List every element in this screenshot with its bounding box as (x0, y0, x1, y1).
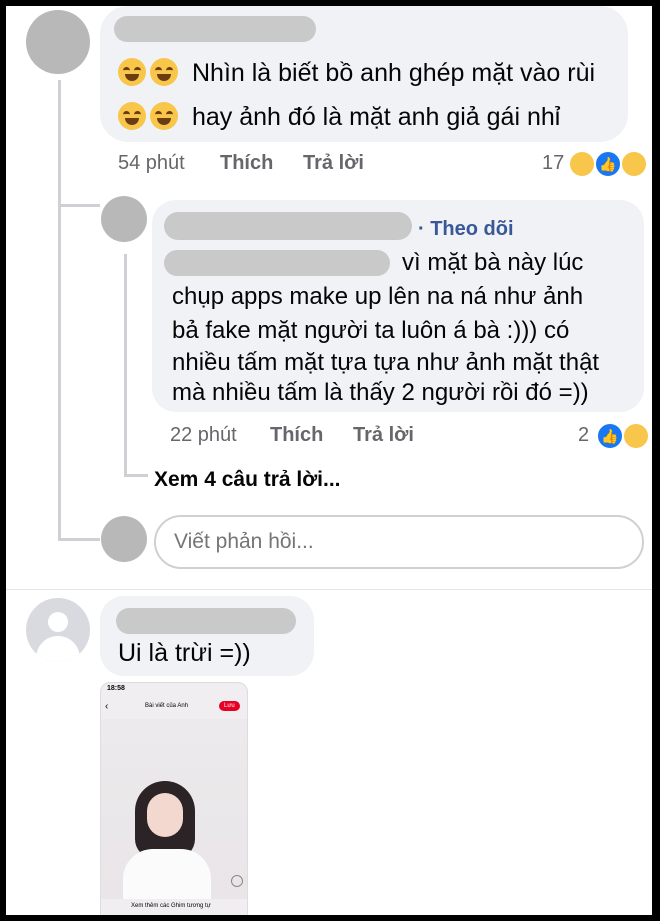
comment-time[interactable]: 54 phút (118, 152, 185, 175)
view-replies-link[interactable]: Xem 4 câu trả lời... (154, 468, 341, 492)
rofl-emoji-icon (150, 58, 178, 86)
comment-text-line: Nhìn là biết bồ anh ghép mặt vào rùi (192, 59, 596, 87)
avatar[interactable] (26, 10, 90, 74)
comment-text-line: Ui là trừi =)) (118, 639, 251, 667)
comment-bubble: Ui là trừi =)) (100, 596, 314, 676)
sad-reaction-icon[interactable] (620, 150, 648, 178)
comment-text-line: chụp apps make up lên na ná như ảnh (172, 283, 584, 310)
comment-text-line: nhiều tấm mặt tựa tựa như ảnh mặt thật (172, 349, 600, 376)
avatar[interactable] (101, 516, 147, 562)
comment-bubble: Nhìn là biết bồ anh ghép mặt vào rùi hay… (100, 6, 628, 142)
author-name[interactable] (116, 608, 296, 634)
comment-time[interactable]: 22 phút (170, 424, 237, 447)
rofl-emoji-icon (118, 102, 146, 130)
pin-icon (231, 875, 243, 887)
photo (101, 719, 247, 899)
attached-image[interactable]: 18:58 ‹ Bài viết của Anh Lưu Xem thêm cá… (100, 682, 248, 915)
follow-button[interactable]: · Theo dõi (418, 218, 514, 241)
back-arrow-icon: ‹ (105, 701, 109, 712)
thread-branch (58, 538, 100, 541)
comment-text-line: hay ảnh đó là mặt anh giả gái nhỉ (192, 103, 561, 131)
thread-line-inner (124, 254, 127, 476)
rofl-emoji-icon (150, 102, 178, 130)
footer-text: Xem thêm các Ghim tương tự (131, 903, 211, 909)
comment-thread: Nhìn là biết bồ anh ghép mặt vào rùi hay… (6, 6, 652, 915)
comment-text-line: vì mặt bà này lúc (402, 249, 584, 276)
like-reaction-icon[interactable]: 👍 (594, 150, 622, 178)
haha-reaction-icon[interactable] (622, 422, 650, 450)
avatar[interactable] (101, 196, 147, 242)
like-button[interactable]: Thích (220, 152, 273, 175)
reply-button[interactable]: Trả lời (353, 424, 414, 447)
thread-line (58, 80, 61, 540)
like-button[interactable]: Thích (270, 424, 323, 447)
comment-bubble: · Theo dõi vì mặt bà này lúc chụp apps m… (152, 200, 644, 412)
reply-button[interactable]: Trả lời (303, 152, 364, 175)
header-title: Bài viết của Anh (145, 703, 189, 709)
default-avatar-icon[interactable] (26, 598, 90, 662)
author-name[interactable] (164, 212, 412, 240)
thread-branch (124, 474, 148, 477)
thread-branch (58, 204, 100, 207)
comment-text-line: mà nhiều tấm là thấy 2 người rồi đó =)) (172, 379, 589, 406)
author-name[interactable] (114, 16, 316, 42)
haha-reaction-icon[interactable] (568, 150, 596, 178)
rofl-emoji-icon (118, 58, 146, 86)
save-button: Lưu (219, 701, 240, 711)
reply-input[interactable] (154, 515, 644, 569)
like-reaction-icon[interactable]: 👍 (596, 422, 624, 450)
divider (6, 589, 652, 590)
comment-text-line: bả fake mặt người ta luôn á bà :))) có (172, 317, 570, 344)
status-time: 18:58 (107, 685, 125, 692)
mention-name[interactable] (164, 250, 390, 276)
reaction-count[interactable]: 17 (542, 152, 564, 175)
reaction-count[interactable]: 2 (578, 424, 589, 447)
